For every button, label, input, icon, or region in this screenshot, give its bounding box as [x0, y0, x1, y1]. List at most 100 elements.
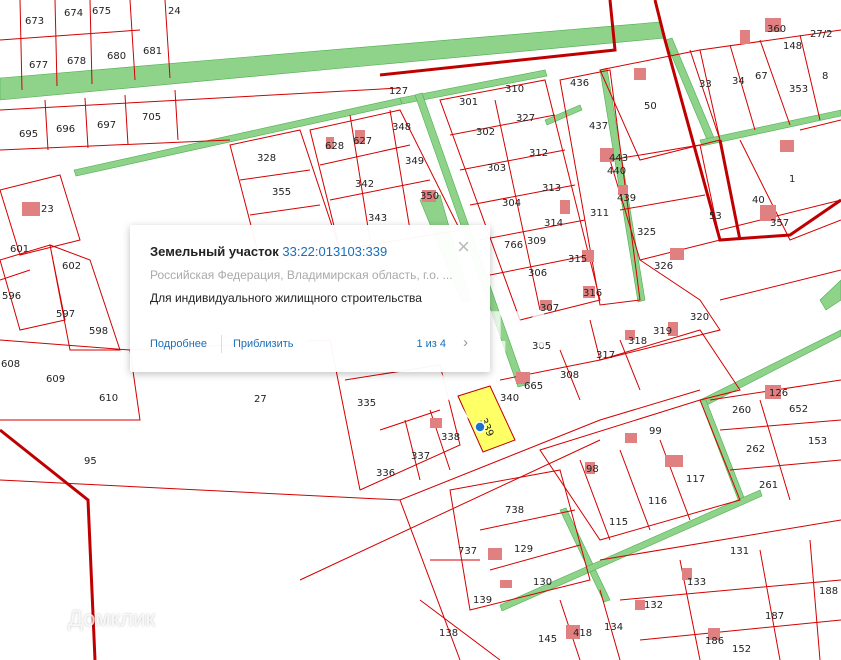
plot-label: 738: [505, 505, 524, 516]
plot-label: 336: [376, 468, 395, 479]
close-icon[interactable]: ×: [457, 236, 470, 258]
plot-label: 153: [808, 436, 827, 447]
plot-label: 355: [272, 187, 291, 198]
plot-label: 34: [732, 76, 745, 87]
plot-label: 308: [560, 370, 579, 381]
plot-label: 436: [570, 78, 589, 89]
plot-label: 360: [767, 24, 786, 35]
plot-label: 134: [604, 622, 623, 633]
plot-label: 95: [84, 456, 97, 467]
plot-label: 598: [89, 326, 108, 337]
plot-label: 674: [64, 8, 83, 19]
plot-label: 335: [357, 398, 376, 409]
plot-label: 115: [609, 517, 628, 528]
plot-label: 705: [142, 112, 161, 123]
plot-label: 313: [542, 183, 561, 194]
popup-title-prefix: Земельный участок: [150, 244, 279, 259]
cadastral-number-link[interactable]: 33:22:013103:339: [282, 244, 387, 259]
plot-label: 117: [686, 474, 705, 485]
plot-label: 320: [690, 312, 709, 323]
plot-label: 1: [789, 174, 795, 185]
plot-label: 695: [19, 129, 38, 140]
plot-label: 130: [533, 577, 552, 588]
plot-label: 681: [143, 46, 162, 57]
plot-label: 318: [628, 336, 647, 347]
plot-label: 348: [392, 122, 411, 133]
plot-label: 145: [538, 634, 557, 645]
plot-label: 133: [687, 577, 706, 588]
plot-label: 53: [709, 211, 722, 222]
plot-label: 67: [755, 71, 768, 82]
plot-label: 98: [586, 464, 599, 475]
more-link[interactable]: Подробнее: [150, 338, 207, 350]
plot-label: 737: [458, 546, 477, 557]
plot-label: 601: [10, 244, 29, 255]
plot-label: 610: [99, 393, 118, 404]
popup-address: Российская Федерация, Владимирская облас…: [150, 268, 453, 282]
plot-label: 353: [789, 84, 808, 95]
plot-label: 597: [56, 309, 75, 320]
plot-label: 311: [590, 208, 609, 219]
plot-label: 309: [527, 236, 546, 247]
plot-label: 262: [746, 444, 765, 455]
plot-label: 696: [56, 124, 75, 135]
plot-label: 33: [699, 79, 712, 90]
plot-label: 627: [353, 136, 372, 147]
plot-label: 139: [473, 595, 492, 606]
plot-label: 418: [573, 628, 592, 639]
plot-label: 628: [325, 141, 344, 152]
plot-label: 596: [2, 291, 21, 302]
plot-label: 261: [759, 480, 778, 491]
plot-label: 350: [420, 191, 439, 202]
plot-label: 608: [1, 359, 20, 370]
plot-label: 8: [822, 71, 828, 82]
plot-label: 138: [439, 628, 458, 639]
zoom-in-link[interactable]: Приблизить: [233, 338, 294, 350]
plot-label: 652: [789, 404, 808, 415]
plot-label: 148: [783, 41, 802, 52]
plot-label: 609: [46, 374, 65, 385]
plot-label: 673: [25, 16, 44, 27]
plot-label: 342: [355, 179, 374, 190]
plot-label: 40: [752, 195, 765, 206]
chevron-right-icon[interactable]: ›: [463, 334, 468, 351]
plot-label: 303: [487, 163, 506, 174]
plot-label: 310: [505, 84, 524, 95]
plot-label: 343: [368, 213, 387, 224]
plot-label: 665: [524, 381, 543, 392]
plot-label: 304: [502, 198, 521, 209]
location-marker[interactable]: [474, 421, 486, 433]
popup-pager: 1 из 4: [416, 338, 446, 350]
plot-label: 129: [514, 544, 533, 555]
plot-label: 440: [607, 166, 626, 177]
plot-label: 337: [411, 451, 430, 462]
plot-label: 443: [609, 153, 628, 164]
plot-label: 328: [257, 153, 276, 164]
plot-info-popup: Земельный участок 33:22:013103:339 × Рос…: [130, 225, 490, 372]
plot-label: 27/2: [810, 29, 832, 40]
plot-label: 314: [544, 218, 563, 229]
plot-label: 27: [254, 394, 267, 405]
plot-label: 315: [568, 254, 587, 265]
plot-label: 678: [67, 56, 86, 67]
plot-label: 340: [500, 393, 519, 404]
plot-label: 116: [648, 496, 667, 507]
plot-label: 127: [389, 86, 408, 97]
plot-label: 186: [705, 636, 724, 647]
plot-label: 766: [504, 240, 523, 251]
divider: [221, 335, 222, 353]
plot-label: 302: [476, 127, 495, 138]
plot-label: 680: [107, 51, 126, 62]
plot-label: 317: [596, 350, 615, 361]
plot-label: 325: [637, 227, 656, 238]
plot-label: 260: [732, 405, 751, 416]
plot-label: 188: [819, 586, 838, 597]
plot-label: 24: [168, 6, 181, 17]
plot-label: 306: [528, 268, 547, 279]
plot-label: 132: [644, 600, 663, 611]
plot-label: 152: [732, 644, 751, 655]
plot-label: 312: [529, 148, 548, 159]
plot-label: 437: [589, 121, 608, 132]
plot-label: 357: [770, 218, 789, 229]
plot-label: 131: [730, 546, 749, 557]
